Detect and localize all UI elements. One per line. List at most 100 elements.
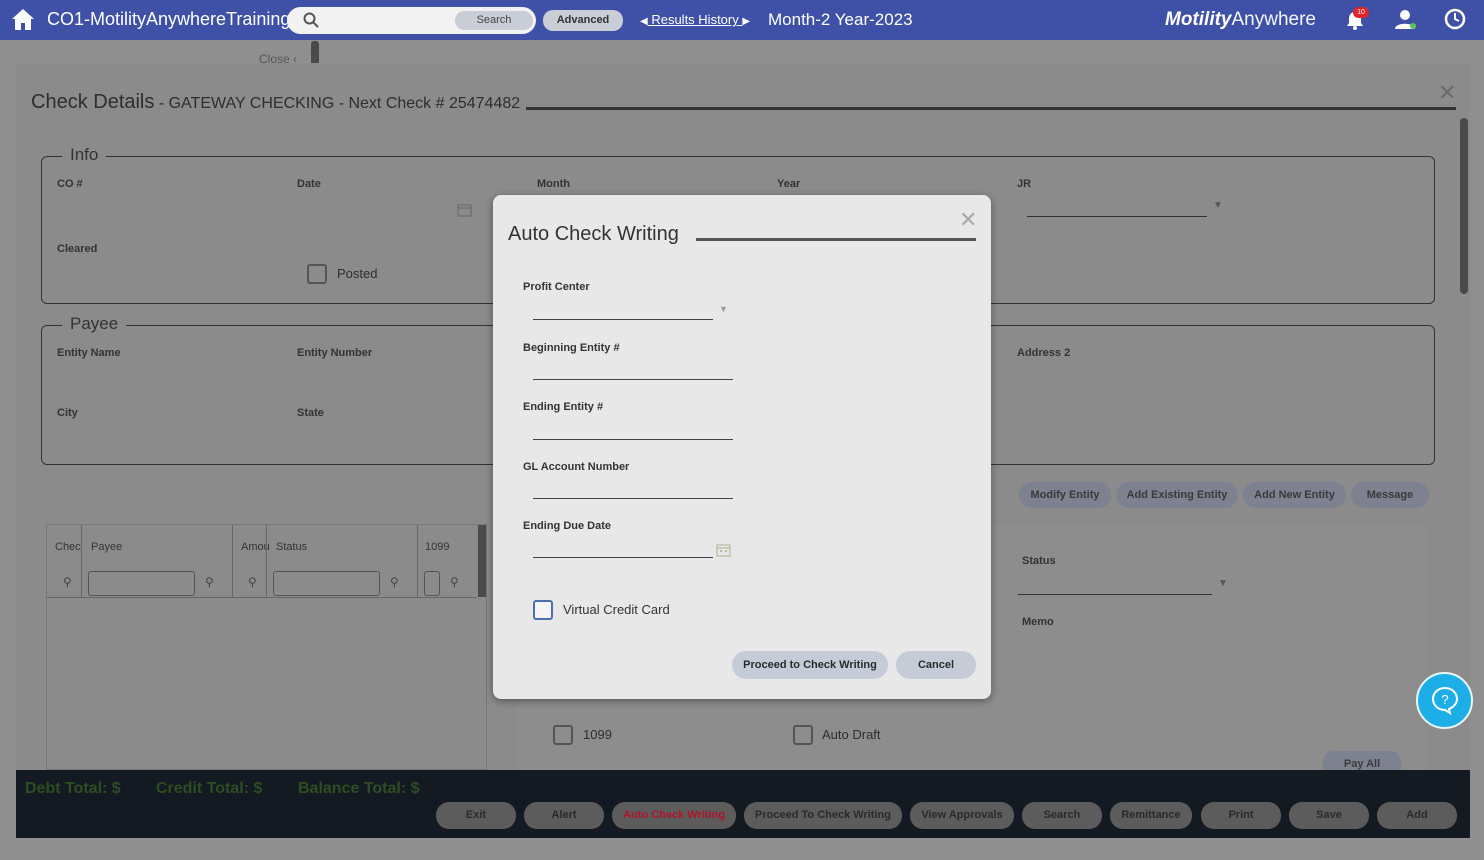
ending-entity-label: Ending Entity #: [523, 401, 604, 413]
jr-label: JR: [1017, 178, 1032, 190]
advanced-search-button[interactable]: Advanced: [543, 10, 623, 31]
chevron-right-icon[interactable]: ▶: [742, 16, 750, 27]
search-icon[interactable]: ⚲: [248, 575, 257, 589]
search-icon[interactable]: ⚲: [450, 575, 459, 589]
beginning-entity-label: Beginning Entity #: [523, 342, 620, 354]
calendar-icon[interactable]: [716, 543, 731, 557]
state-label: State: [297, 407, 324, 419]
notification-badge: 10: [1353, 7, 1369, 18]
profit-center-label: Profit Center: [523, 281, 590, 293]
virtual-credit-card-checkbox[interactable]: [533, 600, 553, 620]
dialog-title-underline: [696, 238, 976, 241]
posted-checkbox[interactable]: [307, 264, 327, 284]
auto-draft-label: Auto Draft: [822, 727, 881, 742]
posted-label: Posted: [337, 266, 378, 281]
entity-name-label: Entity Name: [57, 347, 121, 359]
calendar-icon[interactable]: [457, 203, 472, 217]
add-button[interactable]: Add: [1377, 802, 1457, 829]
title-underline: [526, 107, 1456, 110]
balance-total: Balance Total: $: [298, 780, 420, 797]
status-select[interactable]: [1018, 594, 1212, 595]
search-button[interactable]: Search: [1022, 802, 1102, 829]
grid-divider: [47, 597, 477, 598]
address2-label: Address 2: [1017, 347, 1071, 359]
profit-center-select[interactable]: [533, 319, 713, 320]
chevron-down-icon[interactable]: ▼: [1213, 200, 1223, 211]
page-title: Check Details - GATEWAY CHECKING - Next …: [31, 91, 520, 114]
modify-entity-button[interactable]: Modify Entity: [1019, 482, 1111, 508]
remittance-button[interactable]: Remittance: [1110, 802, 1192, 829]
date-label: Date: [297, 178, 321, 190]
auto-check-writing-dialog: Auto Check Writing ✕ Profit Center ▼ Beg…: [493, 195, 991, 699]
search-icon[interactable]: ⚲: [390, 575, 399, 589]
grid-header-1099[interactable]: 1099: [425, 541, 449, 553]
alert-button[interactable]: Alert: [524, 802, 604, 829]
grid-scrollbar[interactable]: [478, 525, 486, 597]
year-label: Year: [777, 178, 801, 190]
proceed-to-check-writing-button[interactable]: Proceed to Check Writing: [732, 651, 888, 679]
grid-header-payee[interactable]: Payee: [91, 541, 122, 553]
help-button[interactable]: ?: [1416, 672, 1473, 729]
payee-legend: Payee: [62, 314, 127, 334]
chevron-down-icon[interactable]: ▼: [719, 304, 728, 314]
add-existing-entity-button[interactable]: Add Existing Entity: [1116, 482, 1238, 508]
brand-logo: MotilityAnywhere: [1165, 9, 1316, 31]
search-icon[interactable]: ⚲: [205, 575, 214, 589]
status-filter-input[interactable]: [273, 571, 380, 596]
chevron-down-icon[interactable]: ▼: [1218, 578, 1228, 589]
ending-due-date-input[interactable]: [533, 557, 713, 558]
ending-entity-input[interactable]: [533, 439, 733, 440]
grid-header-check[interactable]: Chec: [55, 541, 81, 553]
jr-select[interactable]: [1027, 216, 1207, 217]
1099-filter-input[interactable]: [424, 571, 440, 596]
grid-divider: [417, 525, 418, 597]
app-title: CO1-MotilityAnywhereTraining: [47, 9, 291, 29]
auto-draft-checkbox[interactable]: [793, 725, 813, 745]
1099-label: 1099: [583, 727, 612, 742]
close-icon[interactable]: ✕: [959, 209, 977, 231]
month-label: Month: [537, 178, 570, 190]
period-label: Month-2 Year-2023: [768, 10, 913, 29]
view-approvals-button[interactable]: View Approvals: [910, 802, 1014, 829]
svg-text:?: ?: [1441, 692, 1448, 707]
co-label: CO #: [57, 178, 83, 190]
search-icon[interactable]: ⚲: [63, 575, 72, 589]
city-label: City: [57, 407, 78, 419]
page-subtitle: - GATEWAY CHECKING - Next Check # 254744…: [154, 95, 521, 112]
save-button[interactable]: Save: [1289, 802, 1369, 829]
results-history-label[interactable]: Results History: [651, 12, 738, 27]
payee-filter-input[interactable]: [88, 571, 195, 596]
brand-light: Anywhere: [1231, 9, 1317, 30]
proceed-to-check-writing-button[interactable]: Proceed To Check Writing: [744, 802, 902, 829]
gl-account-input[interactable]: [533, 498, 733, 499]
auto-check-writing-button[interactable]: Auto Check Writing: [612, 802, 736, 829]
help-icon: ?: [1431, 686, 1459, 715]
clock-icon[interactable]: [1444, 8, 1466, 30]
scrollbar[interactable]: [1460, 118, 1468, 294]
grid-divider: [232, 525, 233, 597]
page-title-main: Check Details: [31, 91, 155, 113]
grid-divider: [266, 525, 267, 597]
results-history-link[interactable]: ◀ Results History ▶: [640, 12, 750, 27]
search-button[interactable]: Search: [455, 11, 533, 30]
close-icon[interactable]: ✕: [1438, 80, 1456, 106]
gl-account-label: GL Account Number: [523, 461, 630, 473]
user-icon[interactable]: [1393, 8, 1417, 30]
message-button[interactable]: Message: [1351, 482, 1429, 508]
dialog-title: Auto Check Writing: [508, 223, 679, 245]
1099-checkbox[interactable]: [553, 725, 573, 745]
print-button[interactable]: Print: [1201, 802, 1281, 829]
grid-header-status[interactable]: Status: [276, 541, 307, 553]
status-label: Status: [1022, 555, 1056, 567]
beginning-entity-input[interactable]: [533, 379, 733, 380]
footer-bar: Debt Total: $ Credit Total: $ Balance To…: [16, 770, 1470, 838]
home-icon[interactable]: [11, 8, 35, 31]
exit-button[interactable]: Exit: [436, 802, 516, 829]
checks-grid: Chec Payee Amou Status 1099 ⚲ ⚲ ⚲ ⚲ ⚲: [46, 524, 487, 770]
info-legend: Info: [62, 145, 107, 165]
cancel-button[interactable]: Cancel: [896, 651, 976, 679]
brand-bold: Motility: [1165, 9, 1232, 30]
chevron-left-icon[interactable]: ◀: [640, 16, 648, 27]
memo-label: Memo: [1022, 616, 1054, 628]
add-new-entity-button[interactable]: Add New Entity: [1243, 482, 1346, 508]
